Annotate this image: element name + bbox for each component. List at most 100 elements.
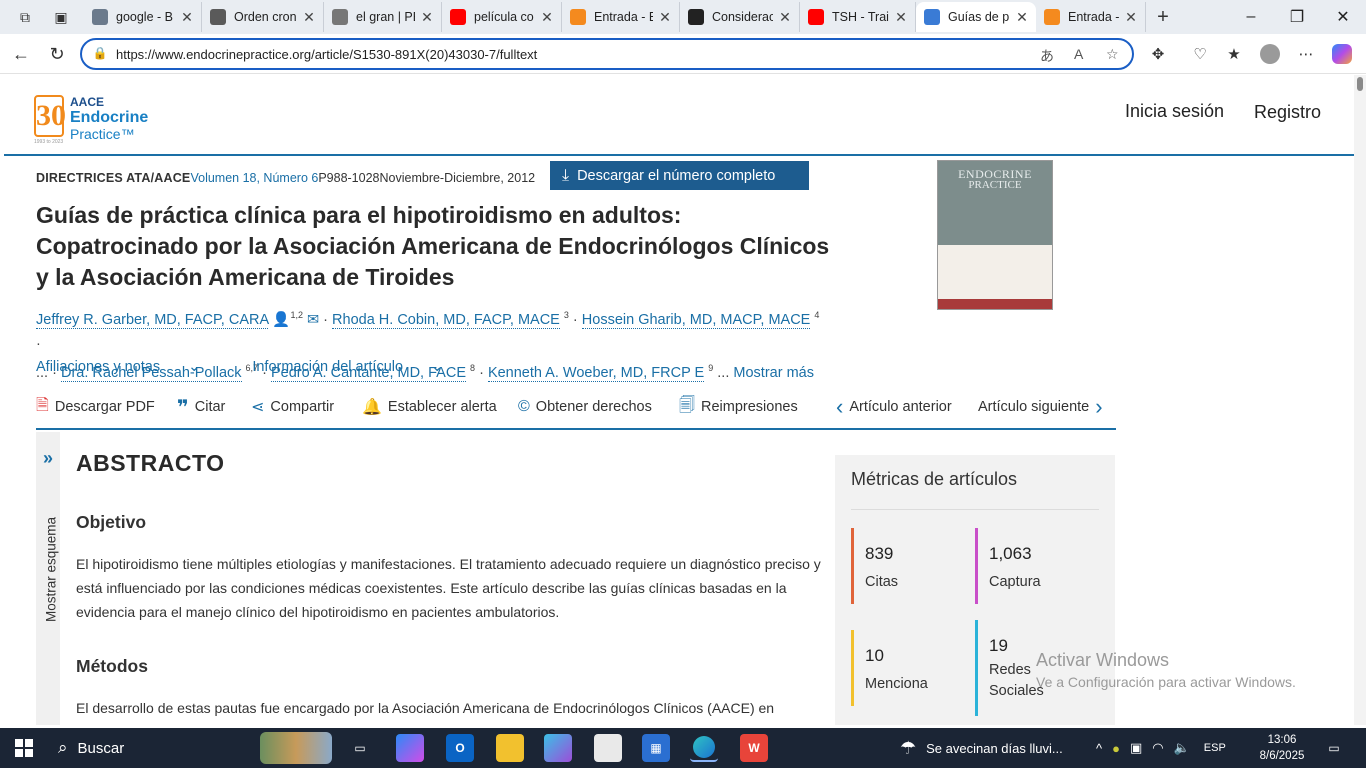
close-tab-icon[interactable]: ✕ <box>893 9 909 26</box>
previous-article-link[interactable]: ‹ Artículo anterior <box>836 394 952 419</box>
close-window-icon[interactable]: ✕ <box>1320 0 1366 34</box>
search-icon: ⌕ <box>58 738 68 757</box>
back-icon[interactable]: ← <box>6 40 36 68</box>
register-link[interactable]: Registro <box>1254 102 1321 123</box>
tab-label: Considerac <box>712 10 773 24</box>
taskbar-search[interactable]: ⌕ Buscar <box>48 728 338 768</box>
close-tab-icon[interactable]: ✕ <box>539 9 555 26</box>
copilot-taskbar-icon[interactable] <box>396 734 424 762</box>
volume-link[interactable]: Volumen 18, Número 6 <box>190 171 318 185</box>
author-link[interactable]: Hossein Gharib, MD, MACP, MACE <box>581 311 811 329</box>
favorites-icon[interactable]: ★ <box>1223 43 1245 65</box>
url-text[interactable]: https://www.endocrinepractice.org/articl… <box>116 47 537 62</box>
download-pdf-button[interactable]: 🗎 Descargar PDF <box>36 395 155 419</box>
browser-tab[interactable]: el gran | PE ✕ <box>324 2 442 32</box>
author-link[interactable]: Rhoda H. Cobin, MD, FACP, MACE <box>332 311 560 329</box>
notifications-icon[interactable]: ▭ <box>1320 734 1348 762</box>
read-aloud-icon[interactable]: A <box>1074 46 1083 62</box>
article-info-toggle[interactable]: Información del artículo ⌄ <box>252 359 467 375</box>
address-bar[interactable]: 🔒 https://www.endocrinepractice.org/arti… <box>80 38 1134 70</box>
login-link[interactable]: Inicia sesión <box>1125 101 1224 122</box>
profile-avatar[interactable] <box>1259 43 1281 65</box>
close-tab-icon[interactable]: ✕ <box>179 9 195 26</box>
set-alert-button[interactable]: 🔔 Establecer alerta <box>362 395 497 419</box>
reprints-button[interactable]: 🗐 Reimpresiones <box>679 395 798 419</box>
close-tab-icon[interactable]: ✕ <box>777 9 793 26</box>
store-icon[interactable]: ▦ <box>642 734 670 762</box>
article-title: Guías de práctica clínica para el hipoti… <box>36 202 830 290</box>
close-tab-icon[interactable]: ✕ <box>1123 9 1139 26</box>
browser-tab[interactable]: Entrada - E ✕ <box>1036 2 1146 32</box>
notepad-icon[interactable] <box>594 734 622 762</box>
minimize-icon[interactable]: – <box>1228 0 1274 34</box>
show-more-authors-link[interactable]: Mostrar más <box>733 365 814 381</box>
browser-tab[interactable]: Considerac ✕ <box>680 2 800 32</box>
favorite-star-icon[interactable]: ☆ <box>1106 46 1119 63</box>
search-icon <box>92 9 108 25</box>
browser-tab[interactable]: Guías de p ✕ <box>916 2 1036 32</box>
page-scrollbar[interactable] <box>1354 75 1366 725</box>
chevron-up-icon[interactable]: ^ <box>1096 741 1102 756</box>
wps-office-icon[interactable]: W <box>740 734 768 762</box>
author-link[interactable]: Jeffrey R. Garber, MD, FACP, CARA <box>36 311 269 329</box>
language-indicator[interactable]: ESP <box>1204 742 1226 754</box>
workspaces-icon[interactable]: ⧉ <box>14 6 36 28</box>
file-explorer-icon[interactable] <box>496 734 524 762</box>
browser-tab[interactable]: Entrada - E ✕ <box>562 2 680 32</box>
copilot-icon[interactable] <box>1331 43 1353 65</box>
new-tab-icon[interactable]: + <box>1152 6 1174 28</box>
download-issue-button[interactable]: ⤓ Descargar el número completo <box>550 161 809 190</box>
translate-icon[interactable]: あ <box>1040 46 1054 66</box>
task-view-icon[interactable]: ▭ <box>346 734 374 762</box>
get-rights-button[interactable]: © Obtener derechos <box>518 395 652 419</box>
browser-tab[interactable]: google - B ✕ <box>84 2 202 32</box>
windows-start-icon[interactable] <box>10 734 38 762</box>
journal-cover[interactable]: ENDOCRINE PRACTICE <box>937 160 1053 310</box>
email-icon[interactable]: ✉ <box>307 312 319 328</box>
browser-essentials-icon[interactable]: ♡ <box>1189 43 1211 65</box>
authors-ellipsis: ... <box>717 364 730 381</box>
outlook-icon[interactable]: O <box>446 734 474 762</box>
double-chevron-right-icon[interactable]: » <box>36 448 60 469</box>
close-tab-icon[interactable]: ✕ <box>1014 9 1030 26</box>
site-info-icon[interactable]: 🔒 <box>92 46 108 62</box>
copyright-icon: © <box>518 398 530 415</box>
wifi-icon[interactable]: ◠ <box>1152 740 1163 756</box>
outline-panel[interactable]: » Mostrar esquema <box>36 432 60 725</box>
volume-icon[interactable]: 🔈 <box>1174 740 1190 756</box>
close-tab-icon[interactable]: ✕ <box>419 9 435 26</box>
clock-time: 13:06 <box>1267 734 1297 746</box>
edge-icon[interactable] <box>690 734 718 762</box>
restore-icon[interactable]: ❐ <box>1274 0 1320 34</box>
author-profile-icon[interactable]: 👤 <box>272 312 290 328</box>
metric-citations[interactable]: 839 Citas <box>851 528 961 604</box>
cite-button[interactable]: ❞ Citar <box>177 395 225 419</box>
extensions-icon[interactable]: ✥ <box>1147 43 1169 65</box>
author-link[interactable]: Kenneth A. Woeber, MD, FRCP E <box>487 364 705 382</box>
clock[interactable]: 13:06 8/6/2025 <box>1254 728 1310 768</box>
site-logo[interactable]: 30 AACE Endocrine Practice™ 1993 to 2023 <box>34 89 174 149</box>
next-article-link[interactable]: Artículo siguiente › <box>978 394 1103 419</box>
close-tab-icon[interactable]: ✕ <box>657 9 673 26</box>
download-issue-label: Descargar el número completo <box>577 167 776 184</box>
refresh-icon[interactable]: ↻ <box>42 40 72 68</box>
scrollbar-thumb[interactable] <box>1357 77 1363 91</box>
tab-actions-icon[interactable]: ▣ <box>50 6 72 28</box>
weather-widget[interactable]: ☂ Se avecinan días lluvi... <box>900 728 1063 768</box>
browser-tab[interactable]: película co ✕ <box>442 2 562 32</box>
browser-tab[interactable]: Orden cron ✕ <box>202 2 324 32</box>
app-tray-icon[interactable]: ▣ <box>1130 740 1142 756</box>
metric-mentions[interactable]: 10 Menciona <box>851 630 961 706</box>
previous-article-label: Artículo anterior <box>849 399 952 415</box>
show-outline-label[interactable]: Mostrar esquema <box>44 515 59 625</box>
m365-icon[interactable] <box>544 734 572 762</box>
next-article-label: Artículo siguiente <box>978 399 1090 415</box>
metric-bar <box>975 528 978 604</box>
share-button[interactable]: ⋖ Compartir <box>251 395 334 419</box>
status-icon[interactable]: ● <box>1112 741 1120 756</box>
more-menu-icon[interactable]: ⋯ <box>1295 43 1317 65</box>
metric-captures[interactable]: 1,063 Captura <box>975 528 1085 604</box>
browser-tab[interactable]: TSH - Train ✕ <box>800 2 916 32</box>
affiliations-toggle[interactable]: Afiliaciones y notas ⌄ <box>36 359 224 375</box>
close-tab-icon[interactable]: ✕ <box>301 9 317 26</box>
